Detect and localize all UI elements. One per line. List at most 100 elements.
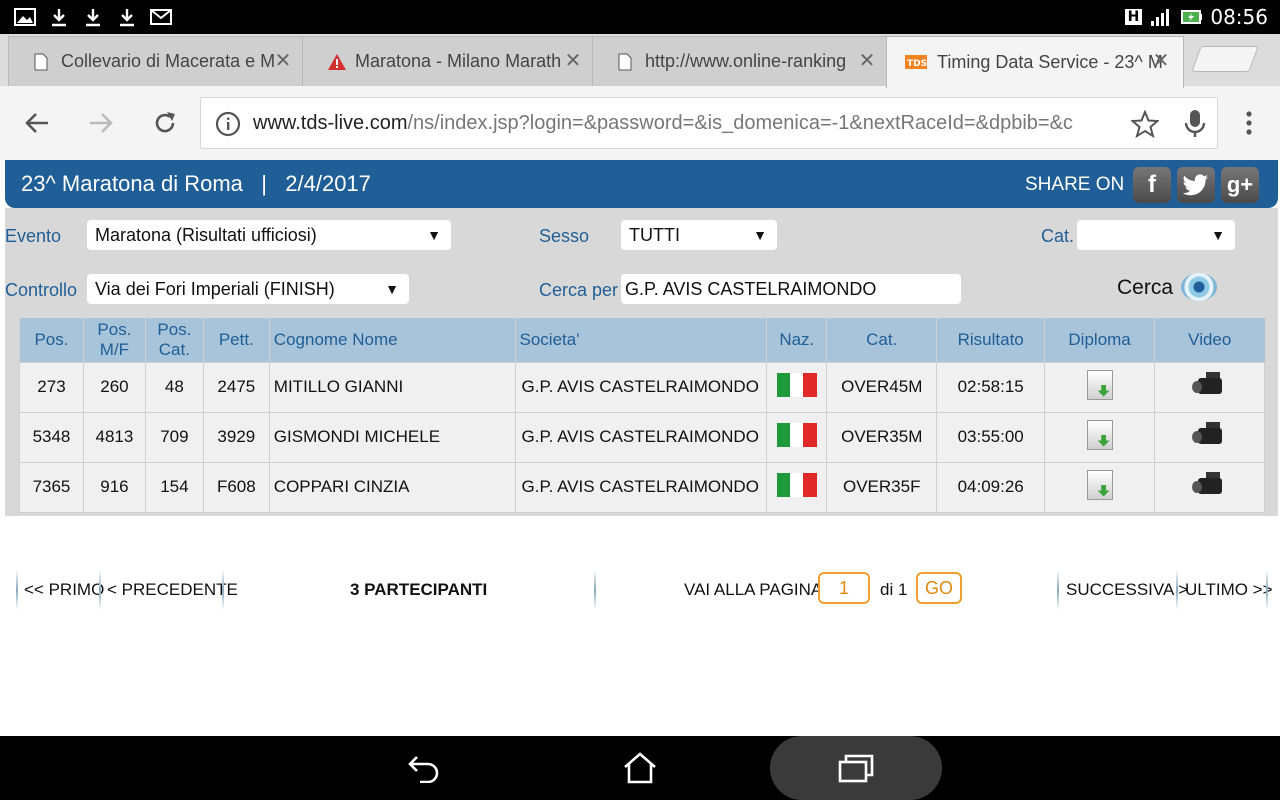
cell-club: G.P. AVIS CASTELRAIMONDO xyxy=(514,461,768,513)
reload-button[interactable] xyxy=(148,106,182,140)
video-camera-icon[interactable] xyxy=(1191,371,1228,398)
forward-arrow-icon xyxy=(90,113,113,133)
controllo-select[interactable]: Via dei Fori Imperiali (FINISH) ▼ xyxy=(87,274,409,304)
italy-flag-icon xyxy=(776,372,817,397)
dropdown-arrow-icon: ▼ xyxy=(427,227,441,243)
last-page-link[interactable]: ULTIMO >> xyxy=(1185,580,1273,600)
cell-club: G.P. AVIS CASTELRAIMONDO xyxy=(514,361,768,413)
menu-button[interactable] xyxy=(1232,106,1266,140)
cat-label: Cat. xyxy=(1041,226,1075,246)
back-nav-button[interactable] xyxy=(404,748,444,788)
col-pos-cat: Pos. Cat. xyxy=(144,318,204,362)
sesso-select[interactable]: TUTTI ▼ xyxy=(621,220,777,250)
cell-pos: 273 xyxy=(19,361,84,413)
recent-apps-button[interactable] xyxy=(836,748,876,788)
controllo-label: Controllo xyxy=(5,280,78,300)
table-row[interactable]: 5348 4813 709 3929 GISMONDI MICHELE G.P.… xyxy=(19,411,1265,463)
cat-select[interactable]: ▼ xyxy=(1077,220,1235,250)
col-naz: Naz. xyxy=(766,318,827,362)
page-number-input[interactable]: 1 xyxy=(818,572,870,604)
video-camera-icon[interactable] xyxy=(1191,471,1228,498)
col-cat: Cat. xyxy=(826,318,937,362)
event-title: 23^ Maratona di Roma | 2/4/2017 xyxy=(21,171,371,196)
video-camera-icon[interactable] xyxy=(1191,421,1228,448)
tab-collevario[interactable]: Collevario di Macerata e M ✕ xyxy=(8,36,306,86)
recent-apps-icon xyxy=(838,754,874,783)
participants-count: 3 PARTECIPANTI xyxy=(350,580,488,599)
tab-title: Collevario di Macerata e M xyxy=(61,51,276,71)
cell-name[interactable]: COPPARI CINZIA xyxy=(268,461,516,513)
new-tab-button[interactable] xyxy=(1191,46,1259,72)
mail-icon xyxy=(150,6,172,28)
forward-button[interactable] xyxy=(84,106,118,140)
back-nav-icon xyxy=(408,756,439,783)
cell-video xyxy=(1154,461,1265,513)
overflow-menu-icon xyxy=(1246,111,1252,135)
cell-pett: 2475 xyxy=(202,361,270,413)
tab-strip: Collevario di Macerata e M ✕ Maratona - … xyxy=(0,34,1280,88)
home-nav-button[interactable] xyxy=(620,748,660,788)
web-page: 23^ Maratona di Roma | 2/4/2017 SHARE ON… xyxy=(0,160,1280,736)
microphone-icon[interactable] xyxy=(1183,109,1207,144)
evento-select[interactable]: Maratona (Risultati ufficiosi) ▼ xyxy=(87,220,451,250)
tab-online-ranking[interactable]: http://www.online-ranking ✕ xyxy=(592,36,890,86)
browser-toolbar: www.tds-live.com/ns/index.jsp?login=&pas… xyxy=(0,86,1280,160)
close-icon[interactable]: ✕ xyxy=(563,49,583,73)
cell-video xyxy=(1154,411,1265,463)
page-icon xyxy=(617,53,635,71)
facebook-icon[interactable]: f xyxy=(1133,167,1171,203)
table-row[interactable]: 7365 916 154 F608 COPPARI CINZIA G.P. AV… xyxy=(19,461,1265,513)
cell-diploma xyxy=(1044,411,1156,463)
info-icon[interactable] xyxy=(215,111,241,142)
close-icon[interactable]: ✕ xyxy=(273,49,293,73)
previous-page-link[interactable]: < PRECEDENTE xyxy=(107,580,238,600)
col-pett: Pett. xyxy=(202,318,270,362)
cell-result: 04:09:26 xyxy=(936,461,1046,513)
google-plus-icon[interactable]: g+ xyxy=(1221,167,1259,203)
divider xyxy=(1057,570,1059,610)
tab-timing-data-service[interactable]: TDS Timing Data Service - 23^ M ✕ xyxy=(886,36,1184,88)
cell-pos-mf: 260 xyxy=(82,361,146,413)
cerca-per-input[interactable]: G.P. AVIS CASTELRAIMONDO xyxy=(621,274,961,304)
first-page-link[interactable]: << PRIMO xyxy=(24,580,104,600)
dropdown-arrow-icon: ▼ xyxy=(385,281,399,297)
cell-name[interactable]: MITILLO GIANNI xyxy=(268,361,516,413)
divider xyxy=(16,570,18,610)
table-header-row: Pos. Pos. M/F Pos. Cat. Pett. Cognome No… xyxy=(19,318,1265,362)
next-page-link[interactable]: SUCCESSIVA > xyxy=(1066,580,1188,600)
back-button[interactable] xyxy=(20,106,54,140)
page-icon xyxy=(33,53,51,71)
twitter-icon[interactable] xyxy=(1177,167,1215,203)
close-icon[interactable]: ✕ xyxy=(857,49,877,73)
cell-name[interactable]: GISMONDI MICHELE xyxy=(268,411,516,463)
reload-icon xyxy=(155,112,175,133)
cell-cat: OVER35M xyxy=(826,411,938,463)
status-bar: H 08:56 xyxy=(0,0,1280,34)
cerca-per-value: G.P. AVIS CASTELRAIMONDO xyxy=(625,279,877,299)
table-row[interactable]: 273 260 48 2475 MITILLO GIANNI G.P. AVIS… xyxy=(19,361,1265,413)
go-button[interactable]: GO xyxy=(916,572,962,604)
dropdown-arrow-icon: ▼ xyxy=(1211,227,1225,243)
diploma-download-icon[interactable] xyxy=(1086,469,1113,500)
diploma-download-icon[interactable] xyxy=(1086,419,1113,450)
download-icon xyxy=(82,6,104,28)
cell-pos-cat: 709 xyxy=(144,411,204,463)
cell-club: G.P. AVIS CASTELRAIMONDO xyxy=(514,411,768,463)
address-bar[interactable]: www.tds-live.com/ns/index.jsp?login=&pas… xyxy=(200,97,1218,149)
tab-maratona-milano[interactable]: Maratona - Milano Marath ✕ xyxy=(302,36,596,86)
cerca-button[interactable]: Cerca xyxy=(1117,276,1173,300)
results-table: Pos. Pos. M/F Pos. Cat. Pett. Cognome No… xyxy=(19,318,1265,513)
eye-search-icon[interactable] xyxy=(1181,273,1217,301)
cell-result: 02:58:15 xyxy=(936,361,1046,413)
results-panel: Pos. Pos. M/F Pos. Cat. Pett. Cognome No… xyxy=(5,318,1278,516)
star-icon[interactable] xyxy=(1129,109,1161,143)
col-video: Video xyxy=(1154,318,1265,362)
close-icon[interactable]: ✕ xyxy=(1151,49,1171,73)
system-nav-bar xyxy=(0,736,1280,800)
home-icon xyxy=(624,752,656,784)
sesso-value: TUTTI xyxy=(629,225,680,245)
url-text[interactable]: www.tds-live.com/ns/index.jsp?login=&pas… xyxy=(253,112,1119,135)
cell-pos-cat: 48 xyxy=(144,361,204,413)
network-type-icon: H xyxy=(1124,9,1143,25)
diploma-download-icon[interactable] xyxy=(1086,369,1113,400)
